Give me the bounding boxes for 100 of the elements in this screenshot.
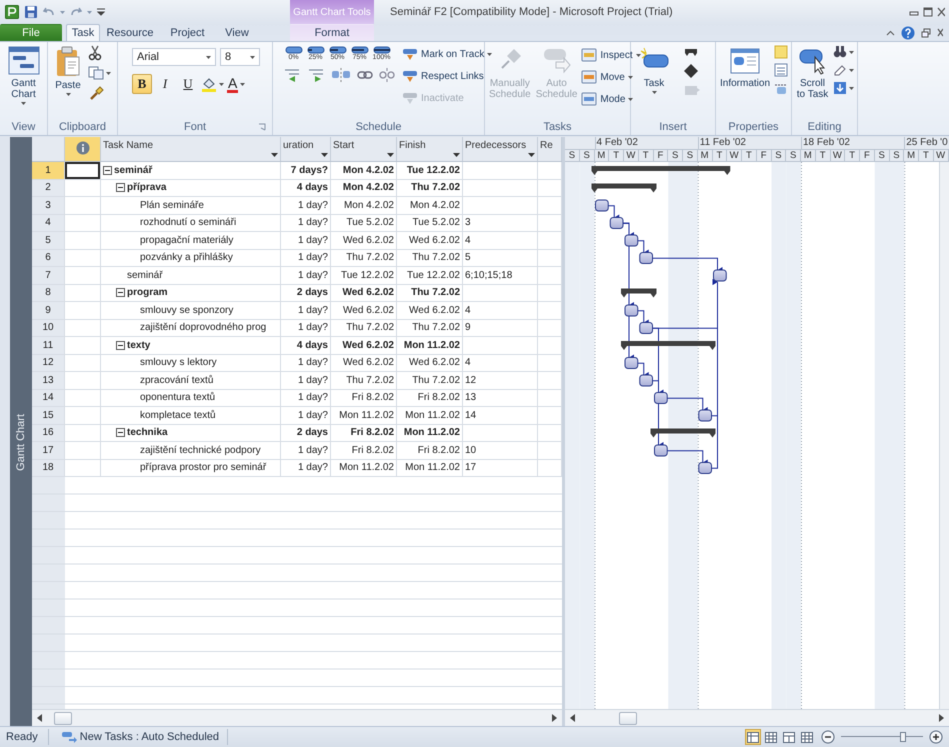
task-bar[interactable] [654, 444, 668, 456]
vertical-scrollbar[interactable] [939, 162, 949, 709]
indicator-cell[interactable] [65, 460, 101, 477]
font-size-field[interactable]: 8 [220, 48, 260, 66]
task-bar[interactable] [639, 322, 653, 334]
text-style-button[interactable]: B [132, 74, 152, 94]
row-number[interactable]: 6 [32, 250, 65, 267]
scroll-left-icon[interactable] [569, 714, 575, 722]
dialog-launcher-icon[interactable] [258, 123, 266, 131]
collapse-icon[interactable] [116, 428, 125, 438]
ribbon-tab[interactable]: File [0, 24, 62, 41]
maximize-icon[interactable] [923, 7, 933, 17]
filter-arrow-icon[interactable] [321, 153, 328, 157]
indicator-cell[interactable] [65, 424, 101, 442]
paste-button[interactable]: Paste [51, 45, 85, 97]
zoom-in-icon[interactable] [929, 730, 943, 744]
close-icon[interactable] [937, 28, 943, 38]
task-bar[interactable] [654, 392, 668, 404]
summary-bar[interactable] [621, 341, 716, 350]
horizontal-scrollbar[interactable] [32, 709, 562, 726]
indicator-cell[interactable] [65, 407, 101, 424]
link-icon[interactable] [357, 70, 373, 80]
indicator-cell[interactable] [65, 250, 101, 267]
indicator-cell[interactable] [65, 214, 101, 232]
summary-bar[interactable] [592, 184, 656, 192]
information-button[interactable]: Information [719, 45, 772, 90]
view-shortcut-button[interactable] [745, 729, 761, 745]
row-number[interactable]: 16 [32, 424, 65, 442]
task-bar[interactable] [639, 252, 653, 264]
eraser-icon[interactable] [833, 63, 847, 77]
row-number[interactable]: 3 [32, 197, 65, 214]
indicator-cell[interactable] [65, 354, 101, 372]
format-painter-icon[interactable] [88, 85, 104, 101]
milestone-icon[interactable] [683, 63, 699, 79]
row-number[interactable]: 4 [32, 214, 65, 232]
text-style-button[interactable]: U [178, 74, 198, 94]
indicator-cell[interactable] [65, 390, 101, 407]
summary-bar[interactable] [621, 288, 656, 298]
view-shortcut-button[interactable] [781, 729, 797, 745]
indent-icon[interactable] [307, 67, 325, 83]
row-number[interactable]: 8 [32, 284, 65, 302]
task-mode-button[interactable]: New Tasks : Auto Scheduled [48, 729, 228, 745]
fill-down-icon[interactable] [833, 81, 847, 95]
row-number[interactable]: 14 [32, 390, 65, 407]
collapse-icon[interactable] [103, 166, 112, 175]
view-shortcut-button[interactable] [799, 729, 815, 745]
scroll-to-task-button[interactable]: Scroll to Task [795, 45, 830, 101]
row-number[interactable]: 12 [32, 354, 65, 372]
task-bar[interactable] [698, 462, 712, 474]
save-icon[interactable] [24, 5, 38, 19]
help-icon[interactable] [901, 26, 915, 40]
row-number[interactable]: 2 [32, 180, 65, 197]
zoom-out-icon[interactable] [821, 730, 835, 744]
restore-window-icon[interactable] [921, 28, 931, 38]
row-number[interactable]: 13 [32, 372, 65, 390]
split-task-icon[interactable] [331, 67, 351, 83]
row-number[interactable]: 7 [32, 267, 65, 284]
customize-toolbar-icon[interactable] [97, 7, 105, 17]
indicator-cell[interactable] [65, 284, 101, 302]
summary-bar[interactable] [592, 166, 730, 175]
column-header[interactable]: uration [281, 137, 331, 161]
task-bar[interactable] [624, 357, 638, 369]
row-number[interactable]: 11 [32, 337, 65, 354]
copy-icon[interactable] [88, 66, 104, 80]
outdent-icon[interactable] [283, 67, 301, 83]
font-color-button[interactable]: A [227, 74, 246, 94]
filter-arrow-icon[interactable] [453, 153, 460, 157]
indicator-cell[interactable] [65, 232, 101, 250]
horizontal-scrollbar[interactable] [565, 709, 949, 726]
row-number[interactable]: 15 [32, 407, 65, 424]
column-header[interactable]: Start [331, 137, 397, 161]
font-name-field[interactable]: Arial [132, 48, 216, 66]
ribbon-tab[interactable]: Format [290, 24, 374, 41]
scroll-thumb[interactable] [54, 712, 72, 724]
task-bar[interactable] [595, 200, 609, 212]
row-number[interactable]: 5 [32, 232, 65, 250]
column-header[interactable]: Task Name [101, 137, 281, 161]
scroll-thumb[interactable] [619, 712, 637, 724]
ribbon-tab[interactable]: Resource [100, 24, 160, 41]
collapse-icon[interactable] [116, 183, 125, 192]
filter-arrow-icon[interactable] [271, 153, 278, 157]
indicator-cell[interactable] [65, 442, 101, 460]
indicator-cell[interactable] [65, 267, 101, 284]
indicator-cell[interactable] [65, 372, 101, 390]
collapse-ribbon-icon[interactable] [886, 30, 895, 36]
indicator-cell[interactable] [65, 337, 101, 354]
indicator-cell[interactable] [65, 180, 101, 197]
task-bar[interactable] [624, 304, 638, 316]
close-icon[interactable] [937, 7, 945, 17]
summary-bar[interactable] [650, 428, 716, 438]
indicator-cell[interactable] [65, 197, 101, 214]
row-number[interactable]: 1 [32, 162, 65, 180]
indicator-cell[interactable] [65, 320, 101, 337]
filter-arrow-icon[interactable] [528, 153, 535, 157]
task-bar[interactable] [713, 270, 727, 282]
scroll-right-icon[interactable] [939, 714, 945, 722]
details-icon[interactable] [774, 63, 788, 77]
view-shortcut-button[interactable] [763, 729, 779, 745]
collapse-icon[interactable] [116, 340, 125, 350]
view-bar-label[interactable]: Gantt Chart [15, 414, 27, 471]
